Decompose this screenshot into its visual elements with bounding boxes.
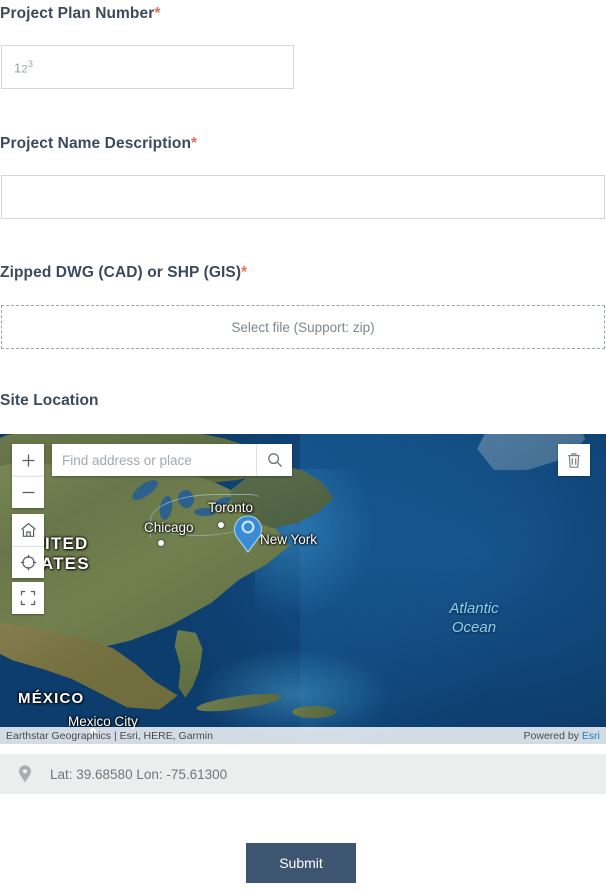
label-site-location: Site Location — [0, 392, 99, 409]
map-basemap-imagery: UNITED STATES MÉXICO Mexico City Chicago… — [0, 434, 606, 744]
map-pin-icon — [233, 515, 263, 554]
river-ohio — [150, 510, 246, 536]
map-attribution-bar: Earthstar Geographics | Esri, HERE, Garm… — [0, 727, 606, 744]
landmass-hispaniola — [292, 706, 336, 718]
numeric-placeholder-icon: 123 — [14, 58, 34, 76]
map-navigation-controls[interactable] — [12, 514, 44, 578]
trash-icon — [568, 452, 580, 468]
zoom-in-button[interactable] — [12, 444, 44, 476]
city-dot-toronto — [218, 522, 224, 528]
locate-icon — [20, 554, 36, 571]
field-project-plan-number: Project Plan Number* — [0, 6, 161, 22]
search-icon — [267, 453, 282, 468]
map-powered-by: Powered by Esri — [524, 730, 600, 742]
caribbean-shallows — [200, 649, 390, 739]
label-zipped-file: Zipped DWG (CAD) or SHP (GIS)* — [0, 265, 247, 281]
map-search-box[interactable] — [52, 444, 292, 476]
fullscreen-button[interactable] — [12, 582, 44, 614]
locate-button[interactable] — [12, 546, 44, 578]
coordinates-bar: Lat: 39.68580 Lon: -75.61300 — [0, 754, 606, 794]
submit-button[interactable]: Submit — [246, 843, 356, 883]
map-search-button[interactable] — [256, 444, 292, 476]
map-attribution-text: Earthstar Geographics | Esri, HERE, Garm… — [6, 729, 213, 742]
required-asterisk: * — [191, 135, 198, 152]
delete-graphic-button[interactable] — [558, 444, 590, 476]
input-project-plan-number[interactable]: 123 — [1, 45, 294, 89]
zoom-out-button[interactable] — [12, 476, 44, 508]
map-search-input[interactable] — [52, 445, 256, 475]
file-dropzone-text: Select file (Support: zip) — [231, 319, 375, 335]
field-zipped-file: Zipped DWG (CAD) or SHP (GIS)* — [0, 265, 247, 281]
minus-icon — [22, 491, 34, 494]
home-button[interactable] — [12, 514, 44, 546]
label-text: Zipped DWG (CAD) or SHP (GIS) — [0, 264, 242, 281]
plus-icon — [22, 454, 34, 466]
required-asterisk: * — [241, 264, 248, 281]
label-project-name-description: Project Name Description* — [0, 136, 197, 152]
map-zoom-controls[interactable] — [12, 444, 44, 508]
location-pin-icon — [18, 765, 32, 783]
map-pin-marker[interactable] — [233, 513, 263, 554]
label-text: Project Name Description — [0, 135, 192, 152]
label-text: Project Plan Number — [0, 5, 155, 22]
coordinates-text: Lat: 39.68580 Lon: -75.61300 — [50, 766, 228, 782]
site-location-map[interactable]: UNITED STATES MÉXICO Mexico City Chicago… — [0, 434, 606, 744]
file-dropzone[interactable]: Select file (Support: zip) — [1, 305, 605, 349]
city-dot-chicago — [158, 540, 164, 546]
esri-link[interactable]: Esri — [582, 730, 600, 742]
label-project-plan-number: Project Plan Number* — [0, 6, 161, 22]
required-asterisk: * — [154, 5, 161, 22]
powered-by-prefix: Powered by — [523, 729, 582, 742]
input-project-name-description[interactable] — [1, 175, 605, 219]
home-icon — [20, 522, 36, 537]
site-plan-submission-form: Project Plan Number* 123 Project Name De… — [0, 0, 606, 891]
fullscreen-icon — [20, 590, 36, 606]
field-project-name-description: Project Name Description* — [0, 136, 197, 152]
